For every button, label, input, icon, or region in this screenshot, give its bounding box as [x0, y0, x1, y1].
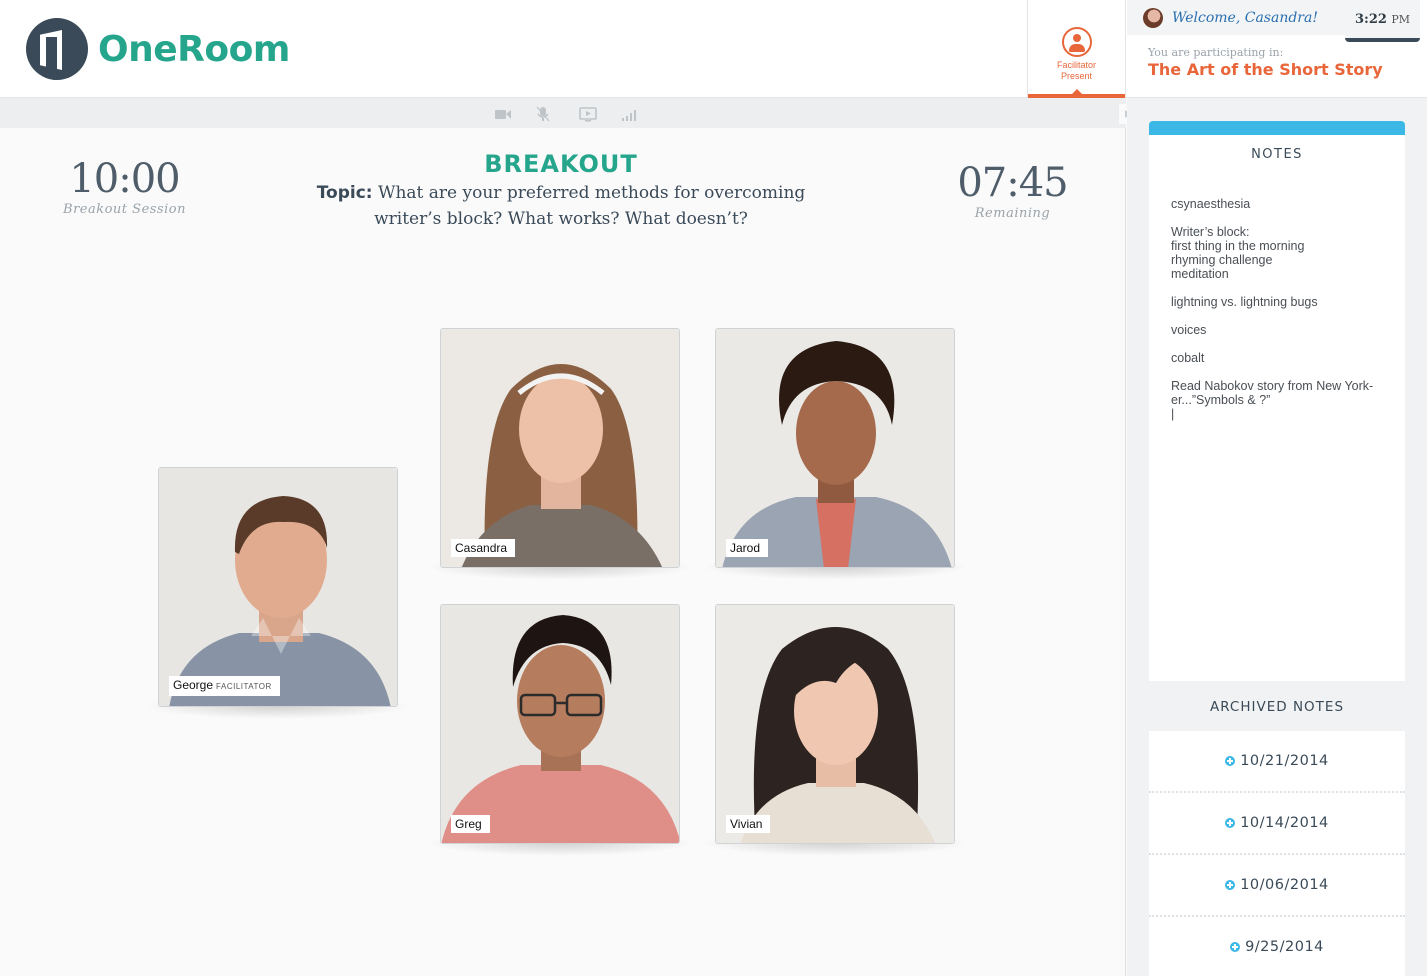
- participant-video: [159, 468, 397, 706]
- facilitator-user-icon: [1061, 27, 1092, 57]
- session-length-label: Breakout Session: [63, 202, 186, 217]
- participant-name-tag: Casandra: [451, 539, 516, 557]
- app-header: OneRoom Facilitator Present Welcome, Cas…: [0, 0, 1427, 98]
- welcome-message: Welcome, Casandra!: [1172, 9, 1318, 26]
- participant-name: Vivian: [730, 817, 763, 831]
- archived-note-item[interactable]: 10/21/2014: [1149, 731, 1405, 793]
- topic-text: What are your preferred methods for over…: [372, 183, 806, 229]
- time-remaining-value: 07:45: [957, 160, 1068, 206]
- participant-name-tag: Greg: [451, 815, 490, 833]
- facilitator-status-tab[interactable]: Facilitator Present: [1027, 0, 1126, 98]
- logo[interactable]: OneRoom: [26, 18, 290, 80]
- facilitator-status-line-1: Facilitator: [1056, 60, 1096, 70]
- note-entry: Read Nabokov story from New York- er...”…: [1171, 379, 1374, 421]
- archived-note-item[interactable]: 9/25/2014: [1149, 917, 1405, 976]
- participant-video: [716, 329, 954, 567]
- course-title[interactable]: The Art of the Short Story: [1148, 60, 1383, 79]
- video-tile-vivian[interactable]: Vivian: [701, 604, 969, 856]
- video-tile-jarod[interactable]: Jarod: [701, 328, 969, 580]
- video-camera-icon[interactable]: [494, 106, 512, 122]
- app-name: OneRoom: [98, 28, 290, 70]
- clock-time: 3:22: [1354, 12, 1387, 27]
- archived-notes-title: ARCHIVED NOTES: [1149, 681, 1405, 731]
- archived-notes-list: 10/21/2014 10/14/2014 10/06/2014 9/25/20…: [1149, 731, 1405, 976]
- main-stage: 10:00 Breakout Session BREAKOUT Topic: W…: [0, 98, 1137, 976]
- notes-sidebar: NOTES csynaesthesia Writer’s block: firs…: [1127, 98, 1427, 976]
- archived-note-date: 10/14/2014: [1240, 815, 1329, 831]
- microphone-icon[interactable]: [534, 106, 552, 122]
- clock-ampm: PM: [1391, 13, 1411, 26]
- expand-plus-icon: [1225, 756, 1236, 766]
- screen-share-icon[interactable]: [579, 106, 597, 122]
- welcome-bar[interactable]: Welcome, Casandra!: [1127, 0, 1345, 35]
- archived-note-date: 9/25/2014: [1245, 939, 1324, 955]
- note-entry: csynaesthesia: [1171, 197, 1251, 211]
- video-tile-greg[interactable]: Greg: [426, 604, 694, 856]
- archived-note-item[interactable]: 10/06/2014: [1149, 855, 1405, 917]
- participant-name-tag: George Facilitator: [169, 676, 280, 696]
- signal-strength-icon[interactable]: [621, 106, 639, 122]
- participant-name-tag: Jarod: [726, 539, 769, 557]
- breakout-title: BREAKOUT: [484, 150, 638, 178]
- participant-video: [716, 605, 954, 843]
- expand-plus-icon: [1230, 942, 1241, 952]
- note-entry: lightning vs. lightning bugs: [1171, 295, 1318, 309]
- notes-editor[interactable]: csynaesthesia Writer’s block: first thin…: [1149, 162, 1405, 421]
- video-tile-george[interactable]: George Facilitator: [144, 467, 412, 719]
- archived-note-date: 10/21/2014: [1240, 753, 1329, 769]
- note-entry: Writer’s block: first thing in the morni…: [1171, 225, 1305, 281]
- time-remaining-label: Remaining: [974, 206, 1051, 221]
- topic-label: Topic:: [316, 183, 373, 203]
- note-entry: cobalt: [1171, 351, 1205, 365]
- participating-label: You are participating in:: [1148, 46, 1284, 59]
- oneroom-logo-icon: [26, 18, 88, 80]
- session-length-value: 10:00: [69, 156, 180, 202]
- archived-note-item[interactable]: 10/14/2014: [1149, 793, 1405, 855]
- media-toolbar: [0, 98, 1126, 128]
- note-entry: voices: [1171, 323, 1207, 337]
- participant-name: Jarod: [730, 541, 761, 555]
- participant-name: George: [173, 678, 214, 692]
- session-length: 10:00 Breakout Session: [62, 156, 187, 217]
- expand-plus-icon: [1225, 880, 1236, 890]
- participant-name-tag: Vivian: [726, 815, 771, 833]
- time-remaining: 07:45 Remaining: [955, 160, 1070, 221]
- video-tile-casandra[interactable]: Casandra: [426, 328, 694, 580]
- notes-panel[interactable]: NOTES csynaesthesia Writer’s block: firs…: [1149, 121, 1405, 681]
- participant-video: [441, 329, 679, 567]
- clock: 3:22 PM: [1345, 0, 1420, 42]
- breakout-topic: Topic: What are your preferred methods f…: [300, 180, 822, 232]
- avatar: [1143, 7, 1163, 28]
- expand-plus-icon: [1225, 818, 1236, 828]
- archived-note-date: 10/06/2014: [1240, 877, 1329, 893]
- participant-video: [441, 605, 679, 843]
- facilitator-status-line-2: Present: [1060, 71, 1093, 81]
- participant-name: Casandra: [455, 541, 508, 555]
- participant-role: Facilitator: [216, 682, 272, 691]
- breakout-header: BREAKOUT Topic: What are your preferred …: [300, 150, 822, 232]
- participant-name: Greg: [455, 817, 482, 831]
- notes-title: NOTES: [1251, 147, 1303, 162]
